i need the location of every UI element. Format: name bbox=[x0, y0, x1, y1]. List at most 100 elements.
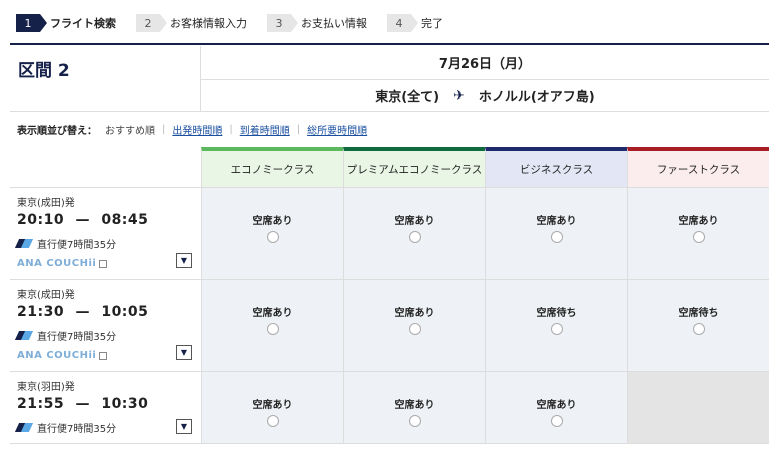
step-number: 4 bbox=[387, 14, 418, 32]
header-divider bbox=[10, 43, 769, 45]
seat-status: 空席あり bbox=[252, 216, 293, 227]
details-dropdown-button[interactable]: ▼ bbox=[176, 419, 192, 434]
class-header-row: エコノミークラス プレミアムエコノミークラス ビジネスクラス ファーストクラス bbox=[10, 147, 769, 188]
sort-by-departure-link[interactable]: 出発時間順 bbox=[172, 122, 222, 137]
select-radio[interactable] bbox=[408, 323, 421, 335]
external-link-icon bbox=[99, 259, 108, 268]
seat-first: 空席あり bbox=[627, 188, 769, 279]
flight-duration: 直行便7時間35分 bbox=[17, 420, 195, 435]
flight-row: 東京(羽田)発 21:55 — 10:30 直行便7時間35分 ▼ 空席あり 空… bbox=[10, 372, 769, 444]
step-flight-search: 1 フライト検索 bbox=[16, 14, 116, 32]
details-dropdown-button[interactable]: ▼ bbox=[176, 253, 192, 268]
step-label: お支払い情報 bbox=[301, 17, 367, 30]
class-header-first: ファーストクラス bbox=[627, 147, 769, 188]
seat-business: 空席あり bbox=[485, 372, 627, 443]
departure-time: 21:30 bbox=[17, 304, 65, 320]
duration-text: 直行便7時間35分 bbox=[37, 240, 117, 251]
duration-text: 直行便7時間35分 bbox=[37, 332, 117, 343]
external-link-icon bbox=[99, 351, 108, 360]
step-complete: 4 完了 bbox=[387, 14, 443, 32]
seat-status: 空席あり bbox=[394, 308, 435, 319]
couchii-label: ANA COUCHii bbox=[17, 350, 97, 361]
departure-airport: 東京(羽田)発 bbox=[17, 382, 75, 393]
select-radio[interactable] bbox=[266, 415, 279, 427]
seat-first-unavailable bbox=[627, 372, 769, 443]
select-radio[interactable] bbox=[266, 231, 279, 243]
seat-business: 空席待ち bbox=[485, 280, 627, 371]
sort-option-recommended: おすすめ順 bbox=[105, 126, 155, 137]
seat-premium-economy: 空席あり bbox=[343, 280, 485, 371]
step-label: 完了 bbox=[421, 17, 443, 30]
seat-status: 空席あり bbox=[394, 400, 435, 411]
class-header-premium-economy: プレミアムエコノミークラス bbox=[343, 147, 485, 188]
step-payment-info: 3 お支払い情報 bbox=[267, 14, 367, 32]
select-radio[interactable] bbox=[550, 231, 563, 243]
arrival-time: 10:30 bbox=[101, 396, 149, 412]
seat-status: 空席あり bbox=[536, 400, 577, 411]
arrival-time: 10:05 bbox=[101, 304, 149, 320]
time-dash: — bbox=[75, 304, 90, 320]
sort-separator: | bbox=[229, 124, 233, 135]
time-dash: — bbox=[75, 396, 90, 412]
sort-bar: 表示順並び替え： おすすめ順 | 出発時間順 | 到着時間順 | 総所要時間順 bbox=[17, 122, 367, 137]
header-spacer bbox=[10, 147, 201, 188]
time-dash: — bbox=[75, 212, 90, 228]
flight-times: 21:30 — 10:05 bbox=[17, 304, 195, 320]
seat-status: 空席あり bbox=[252, 400, 293, 411]
sort-label: 表示順並び替え： bbox=[17, 126, 97, 137]
flight-row: 東京(成田)発 21:30 — 10:05 直行便7時間35分 ANA COUC… bbox=[10, 280, 769, 372]
ana-logo-icon bbox=[17, 238, 32, 249]
select-radio[interactable] bbox=[266, 323, 279, 335]
ana-logo-icon bbox=[17, 422, 32, 433]
route-destination: ホノルル(オアフ島) bbox=[478, 90, 595, 105]
step-customer-info: 2 お客様情報入力 bbox=[136, 14, 247, 32]
step-number: 3 bbox=[267, 14, 298, 32]
seat-status: 空席あり bbox=[678, 216, 719, 227]
flight-info: 東京(成田)発 20:10 — 08:45 直行便7時間35分 ANA COUC… bbox=[10, 188, 201, 279]
sort-by-arrival-link[interactable]: 到着時間順 bbox=[240, 122, 290, 137]
flight-times: 21:55 — 10:30 bbox=[17, 396, 195, 412]
progress-stepper: 1 フライト検索 2 お客様情報入力 3 お支払い情報 4 完了 bbox=[16, 13, 463, 33]
departure-airport: 東京(成田)発 bbox=[17, 198, 75, 209]
select-radio[interactable] bbox=[692, 231, 705, 243]
seat-premium-economy: 空席あり bbox=[343, 188, 485, 279]
ana-logo-icon bbox=[17, 330, 32, 341]
seat-premium-economy: 空席あり bbox=[343, 372, 485, 443]
departure-time: 21:55 bbox=[17, 396, 65, 412]
airplane-icon: ✈ bbox=[453, 87, 465, 104]
seat-status: 空席あり bbox=[536, 216, 577, 227]
select-radio[interactable] bbox=[550, 323, 563, 335]
select-radio[interactable] bbox=[550, 415, 563, 427]
class-header-economy: エコノミークラス bbox=[201, 147, 343, 188]
ana-couchii-link[interactable]: ANA COUCHii bbox=[17, 258, 108, 269]
details-dropdown-button[interactable]: ▼ bbox=[176, 345, 192, 360]
select-radio[interactable] bbox=[408, 415, 421, 427]
flight-duration: 直行便7時間35分 bbox=[17, 236, 195, 251]
seat-status: 空席待ち bbox=[536, 308, 577, 319]
seat-status: 空席待ち bbox=[678, 308, 719, 319]
seat-economy: 空席あり bbox=[201, 280, 343, 371]
seat-first: 空席待ち bbox=[627, 280, 769, 371]
sort-separator: | bbox=[296, 124, 301, 135]
section-title: 区間 2 bbox=[10, 46, 201, 112]
class-header-business: ビジネスクラス bbox=[485, 147, 627, 188]
couchii-label: ANA COUCHii bbox=[17, 258, 97, 269]
seat-status: 空席あり bbox=[394, 216, 435, 227]
seat-economy: 空席あり bbox=[201, 372, 343, 443]
select-radio[interactable] bbox=[692, 323, 705, 335]
step-number: 1 bbox=[16, 14, 47, 32]
select-radio[interactable] bbox=[408, 231, 421, 243]
flight-row: 東京(成田)発 20:10 — 08:45 直行便7時間35分 ANA COUC… bbox=[10, 188, 769, 280]
route: 東京(全て) ✈ ホノルル(オアフ島) bbox=[201, 80, 769, 112]
seat-business: 空席あり bbox=[485, 188, 627, 279]
route-origin: 東京(全て) bbox=[375, 90, 440, 105]
sort-separator: | bbox=[162, 124, 166, 135]
flight-results-table: エコノミークラス プレミアムエコノミークラス ビジネスクラス ファーストクラス … bbox=[10, 147, 769, 444]
departure-airport: 東京(成田)発 bbox=[17, 290, 75, 301]
flight-date: 7月26日（月） bbox=[201, 46, 769, 80]
step-number: 2 bbox=[136, 14, 167, 32]
step-label: お客様情報入力 bbox=[170, 17, 247, 30]
sort-by-total-duration-link[interactable]: 総所要時間順 bbox=[307, 122, 367, 137]
ana-couchii-link[interactable]: ANA COUCHii bbox=[17, 350, 108, 361]
flight-duration: 直行便7時間35分 bbox=[17, 328, 195, 343]
